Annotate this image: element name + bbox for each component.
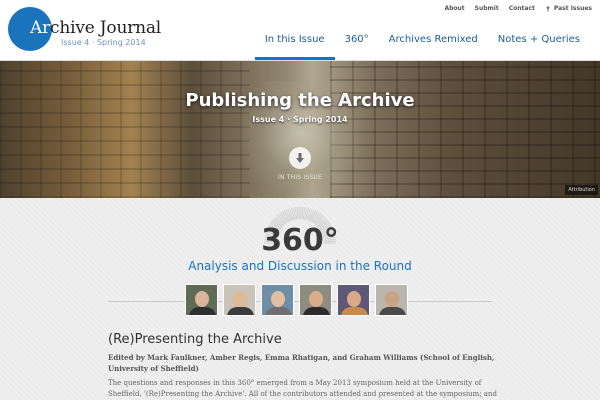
nav-notes-queries[interactable]: Notes + Queries (488, 34, 590, 60)
utility-nav: About Submit Contact Past Issues (444, 5, 592, 12)
avatar[interactable] (223, 284, 256, 316)
hero-title: Publishing the Archive (185, 90, 415, 111)
section-title: 360° (261, 223, 339, 258)
nav-in-this-issue[interactable]: In this Issue (254, 34, 335, 60)
past-issues-link[interactable]: Past Issues (545, 5, 592, 12)
past-issues-label: Past Issues (553, 5, 592, 12)
pin-icon (546, 5, 550, 12)
avatar[interactable] (299, 284, 332, 316)
about-link[interactable]: About (444, 5, 464, 12)
scroll-down-button[interactable] (289, 147, 311, 169)
section-subtitle: Analysis and Discussion in the Round (188, 259, 412, 273)
issue-label: Issue 4 · Spring 2014 (61, 38, 146, 47)
avatar[interactable] (261, 284, 294, 316)
article-excerpt: The questions and responses in this 360°… (108, 379, 497, 398)
contributor-avatars (185, 284, 408, 316)
attribution-link[interactable]: Attribution (565, 185, 598, 195)
hero-banner: Publishing the Archive Issue 4 · Spring … (0, 61, 600, 198)
site-title[interactable]: Archive Journal (30, 18, 161, 38)
main-nav: In this Issue 360° Archives Remixed Note… (254, 34, 590, 60)
contact-link[interactable]: Contact (509, 5, 535, 12)
nav-360[interactable]: 360° (335, 34, 379, 60)
avatar[interactable] (337, 284, 370, 316)
in-this-issue-link[interactable]: IN THIS ISSUE (0, 174, 600, 181)
submit-link[interactable]: Submit (475, 5, 499, 12)
site-title-prefix: Ar (30, 18, 51, 38)
hero-subtitle: Issue 4 · Spring 2014 (252, 115, 348, 124)
section-360: 360° Analysis and Discussion in the Roun… (0, 198, 600, 400)
article-editors: Edited by Mark Faulkner, Amber Regis, Em… (108, 353, 495, 373)
site-header: Archive Journal Issue 4 · Spring 2014 Ab… (0, 0, 600, 61)
nav-archives-remixed[interactable]: Archives Remixed (379, 34, 488, 60)
avatar[interactable] (375, 284, 408, 316)
site-title-rest: chive Journal (50, 18, 162, 38)
article-title[interactable]: (Re)Presenting the Archive (108, 332, 282, 347)
arrow-down-circle-icon (296, 153, 304, 163)
avatar[interactable] (185, 284, 218, 316)
